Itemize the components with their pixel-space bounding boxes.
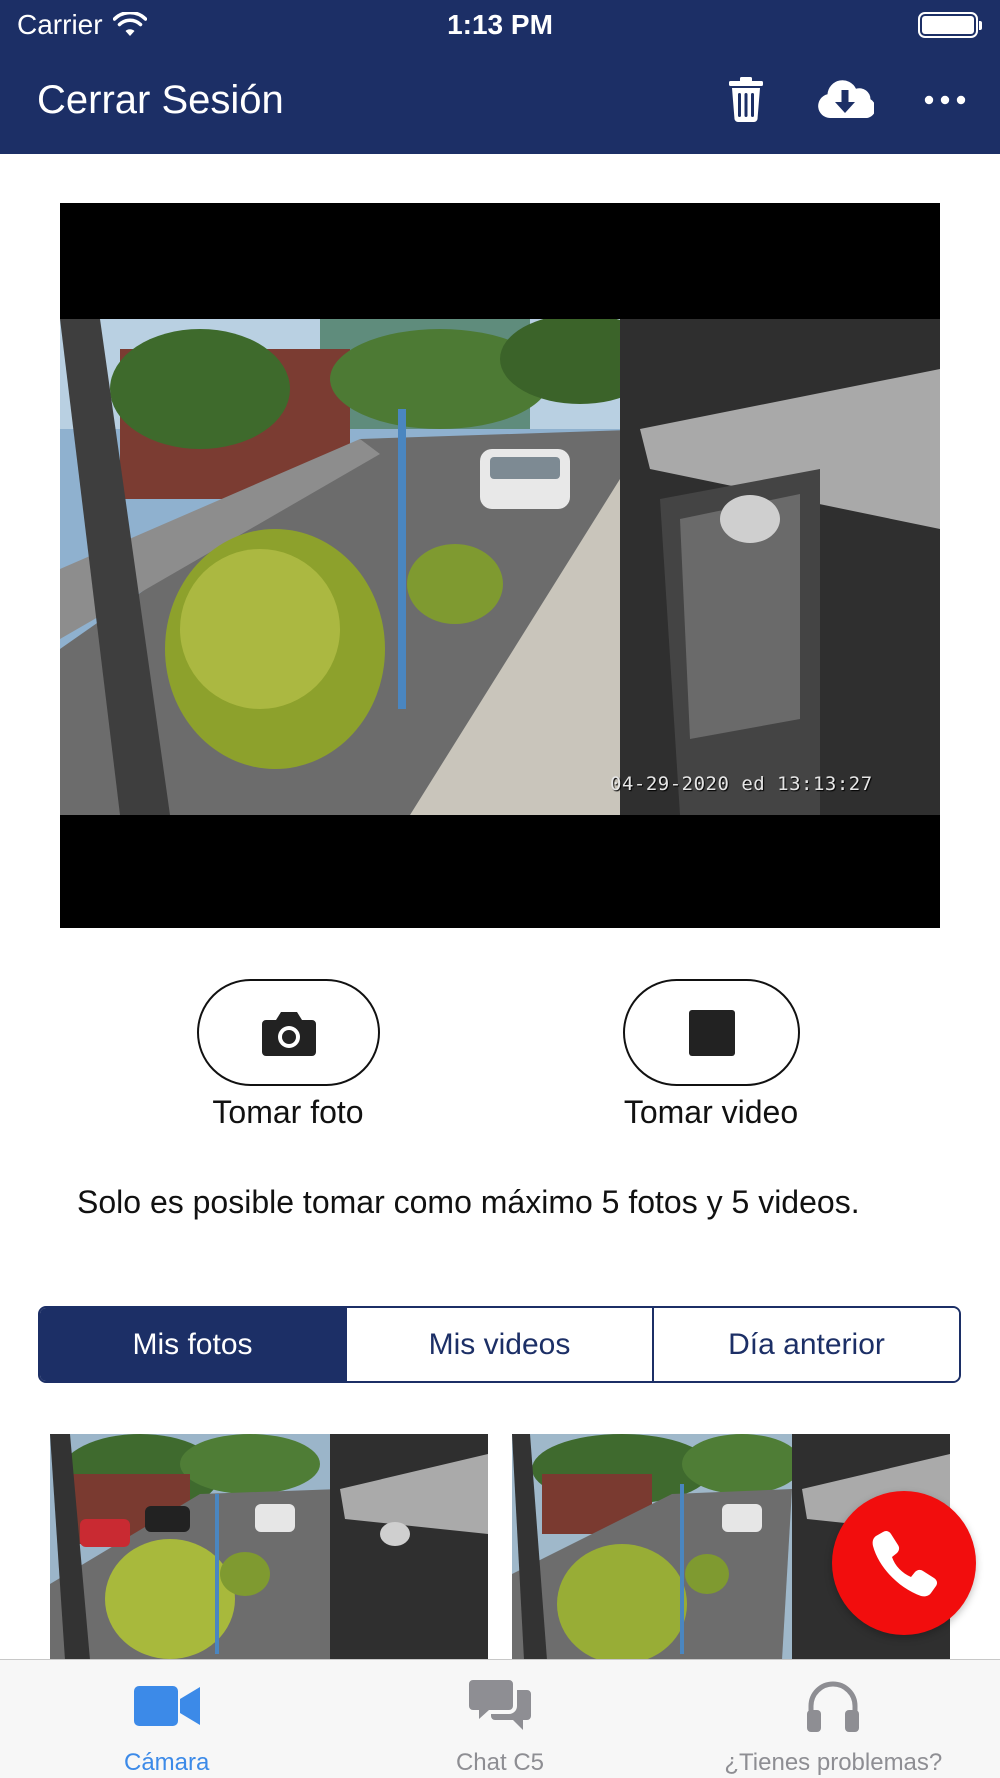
camera-frame: 04-29-2020 ed 13:13:27 [60,319,940,815]
tab-camara[interactable]: Cámara [0,1660,333,1778]
tab-chat-c5-label: Chat C5 [455,1749,545,1776]
tab-tienes-problemas[interactable]: ¿Tienes problemas? [667,1660,1000,1778]
emergency-call-button[interactable] [832,1491,976,1635]
media-segmented-control: Mis fotos Mis videos Día anterior [38,1306,961,1383]
take-video-label: Tomar video [623,1094,799,1130]
limit-notice: Solo es posible tomar como máximo 5 foto… [77,1184,860,1220]
more-button[interactable] [918,72,972,128]
tab-chat-c5[interactable]: Chat C5 [333,1660,666,1778]
headphones-icon [807,1681,860,1732]
tab-camara-label: Cámara [123,1749,210,1776]
battery-icon [918,12,982,38]
camera-view: 04-29-2020 ed 13:13:27 [60,203,940,928]
chat-icon [468,1680,531,1730]
logout-button[interactable]: Cerrar Sesión [37,78,284,123]
navigation-bar: Carrier 1:13 PM Cerrar Sesión [0,0,1000,154]
tab-bar: Cámara Chat C5 ¿Tienes problemas? [0,1659,1000,1778]
camera-icon [261,1011,316,1056]
segment-mis-fotos[interactable]: Mis fotos [40,1308,345,1381]
status-bar: Carrier 1:13 PM [0,0,1000,52]
take-photo-button[interactable] [197,979,380,1086]
camera-timestamp: 04-29-2020 ed 13:13:27 [610,773,873,795]
trash-icon [729,77,763,123]
photo-thumbnail[interactable] [50,1434,488,1660]
segment-dia-anterior[interactable]: Día anterior [652,1308,959,1381]
more-icon [924,95,966,105]
take-photo-label: Tomar foto [212,1094,364,1130]
video-camera-icon [133,1686,200,1726]
delete-button[interactable] [722,72,770,128]
status-time: 1:13 PM [447,9,553,40]
street-camera-image [60,319,940,815]
stop-square-icon [688,1009,735,1056]
take-video-button[interactable] [623,979,800,1086]
phone-icon [872,1530,938,1597]
tab-tienes-problemas-label: ¿Tienes problemas? [724,1749,943,1776]
segment-mis-videos[interactable]: Mis videos [345,1308,652,1381]
photo-thumbnail-image [50,1434,488,1660]
download-button[interactable] [812,72,878,128]
cloud-download-icon [818,80,874,119]
